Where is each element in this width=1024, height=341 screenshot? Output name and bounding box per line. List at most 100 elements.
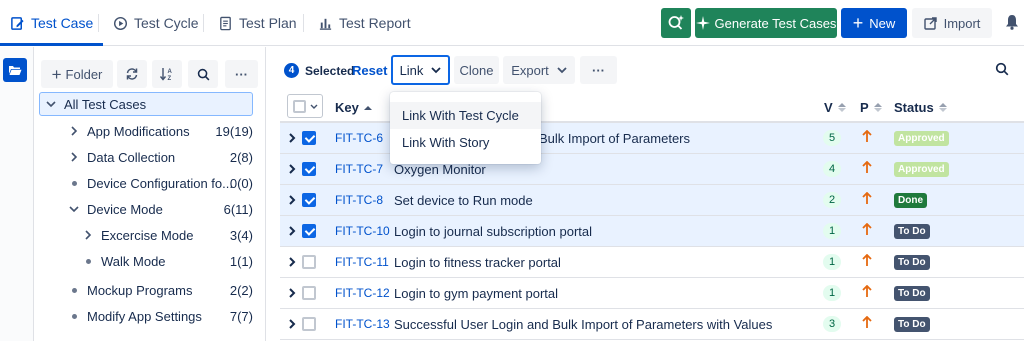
- chevron-down-icon[interactable]: [44, 97, 58, 111]
- table-row[interactable]: FIT-TC-10 Login to journal subscription p…: [280, 216, 1024, 247]
- status-badge: To Do: [894, 285, 930, 301]
- chevron-right-icon[interactable]: [67, 124, 81, 138]
- test-case-key-link[interactable]: FIT-TC-11: [335, 255, 389, 269]
- test-case-key-link[interactable]: FIT-TC-6: [335, 131, 383, 145]
- tree-item[interactable]: Device Mode 6(11): [67, 197, 253, 221]
- more-actions-button[interactable]: ···: [580, 56, 617, 84]
- sparkle-icon: [695, 16, 710, 30]
- selected-count-badge: 4: [284, 63, 299, 78]
- test-case-key-link[interactable]: FIT-TC-12: [335, 286, 390, 300]
- tab-label: Test Case: [31, 15, 94, 31]
- status-badge: To Do: [894, 254, 930, 270]
- tree-item[interactable]: Data Collection 2(8): [67, 145, 253, 169]
- notifications-bell-icon[interactable]: [1005, 14, 1019, 33]
- tree-item[interactable]: App Modifications 19(19): [67, 119, 253, 143]
- row-checkbox[interactable]: [302, 224, 316, 238]
- priority-high-arrow-icon: [862, 315, 872, 332]
- ai-search-icon: [668, 15, 684, 30]
- clone-button[interactable]: Clone: [454, 56, 499, 84]
- priority-high-arrow-icon: [862, 191, 872, 208]
- export-label: Export: [511, 62, 549, 78]
- tab-test-plan[interactable]: Test Plan: [218, 0, 297, 46]
- tree-search-button[interactable]: [188, 60, 218, 88]
- tab-label: Test Cycle: [134, 15, 199, 31]
- tab-test-case[interactable]: Test Case: [0, 0, 104, 46]
- generate-label: Generate Test Cases: [714, 15, 837, 31]
- folder-view-button[interactable]: [3, 58, 27, 82]
- column-header-priority[interactable]: P: [860, 100, 882, 115]
- new-button[interactable]: + New: [841, 8, 907, 38]
- tree-item-label: App Modifications: [87, 123, 190, 139]
- ai-assist-button[interactable]: [661, 8, 691, 38]
- plus-icon: +: [852, 13, 864, 33]
- more-icon: ···: [592, 62, 605, 78]
- header-label: V: [824, 100, 833, 115]
- export-dropdown-button[interactable]: Export: [503, 56, 575, 84]
- tree-item-count: 1(1): [229, 253, 253, 269]
- row-checkbox[interactable]: [302, 162, 316, 176]
- tree-item[interactable]: Excercise Mode 3(4): [81, 223, 253, 247]
- tree-item[interactable]: Walk Mode 1(1): [81, 249, 253, 273]
- tree-more-button[interactable]: ···: [225, 60, 258, 88]
- expand-chevron-icon[interactable]: [289, 131, 296, 146]
- svg-text:A: A: [168, 69, 173, 75]
- tree-item[interactable]: Device Configuration fo... 0(0): [67, 171, 253, 195]
- tree-item[interactable]: All Test Cases: [39, 92, 253, 116]
- row-checkbox[interactable]: [302, 131, 316, 145]
- menu-item-link-story[interactable]: Link With Story: [390, 129, 541, 156]
- test-case-key-link[interactable]: FIT-TC-8: [335, 193, 383, 207]
- table-row[interactable]: FIT-TC-8 Set device to Run mode 2 Done: [280, 185, 1024, 216]
- column-header-key[interactable]: Key: [335, 100, 372, 115]
- row-checkbox[interactable]: [302, 193, 316, 207]
- reset-link[interactable]: Reset: [352, 63, 387, 78]
- table-row[interactable]: FIT-TC-13 Successful User Login and Bulk …: [280, 309, 1024, 340]
- refresh-button[interactable]: [117, 60, 147, 88]
- add-folder-button[interactable]: + Folder: [41, 60, 113, 88]
- sort-icon: [938, 103, 947, 112]
- expand-chevron-icon[interactable]: [289, 255, 296, 270]
- link-dropdown-button[interactable]: Link: [391, 55, 450, 85]
- expand-chevron-icon[interactable]: [289, 286, 296, 301]
- tree-item[interactable]: Modify App Settings 7(7): [67, 304, 253, 328]
- import-button[interactable]: Import: [912, 8, 992, 38]
- tree-item-label: Device Mode: [87, 201, 163, 217]
- chevron-down-icon[interactable]: [67, 202, 81, 216]
- main-content: 4 Selected Reset Link Clone Export ··· K…: [267, 47, 1024, 341]
- menu-item-link-test-cycle[interactable]: Link With Test Cycle: [390, 102, 541, 129]
- version-badge: 1: [823, 223, 841, 239]
- expand-chevron-icon[interactable]: [289, 224, 296, 239]
- status-badge: Approved: [894, 130, 949, 146]
- new-label: New: [869, 15, 896, 31]
- document-icon: [220, 16, 231, 30]
- row-checkbox[interactable]: [302, 317, 316, 331]
- status-badge: Approved: [894, 161, 949, 177]
- link-label: Link: [399, 62, 424, 78]
- test-case-key-link[interactable]: FIT-TC-7: [335, 162, 383, 176]
- chevron-right-icon[interactable]: [67, 150, 81, 164]
- test-case-key-link[interactable]: FIT-TC-10: [335, 224, 390, 238]
- tree-item-label: Data Collection: [87, 149, 176, 165]
- table-row[interactable]: FIT-TC-11 Login to fitness tracker portal…: [280, 247, 1024, 278]
- expand-chevron-icon[interactable]: [289, 193, 296, 208]
- tab-test-report[interactable]: Test Report: [318, 0, 411, 46]
- bullet-icon: [81, 258, 95, 264]
- table-row[interactable]: FIT-TC-12 Login to gym payment portal 1 To …: [280, 278, 1024, 309]
- header-label: P: [860, 100, 869, 115]
- tab-test-cycle[interactable]: Test Cycle: [113, 0, 199, 46]
- expand-chevron-icon[interactable]: [289, 317, 296, 332]
- priority-high-arrow-icon: [862, 253, 872, 270]
- generate-test-cases-button[interactable]: Generate Test Cases: [695, 8, 837, 38]
- select-all-checkbox[interactable]: [287, 94, 323, 118]
- column-header-status[interactable]: Status: [894, 100, 947, 115]
- column-header-version[interactable]: V: [824, 100, 846, 115]
- tree-item[interactable]: Mockup Programs 2(2): [67, 278, 253, 302]
- table-search-icon[interactable]: [995, 62, 1009, 79]
- row-checkbox[interactable]: [302, 286, 316, 300]
- test-case-key-link[interactable]: FIT-TC-13: [335, 317, 390, 331]
- tab-divider: [203, 14, 204, 32]
- chevron-right-icon[interactable]: [81, 228, 95, 242]
- version-badge: 2: [823, 192, 841, 208]
- row-checkbox[interactable]: [302, 255, 316, 269]
- sort-button[interactable]: AZ: [152, 60, 182, 88]
- expand-chevron-icon[interactable]: [289, 162, 296, 177]
